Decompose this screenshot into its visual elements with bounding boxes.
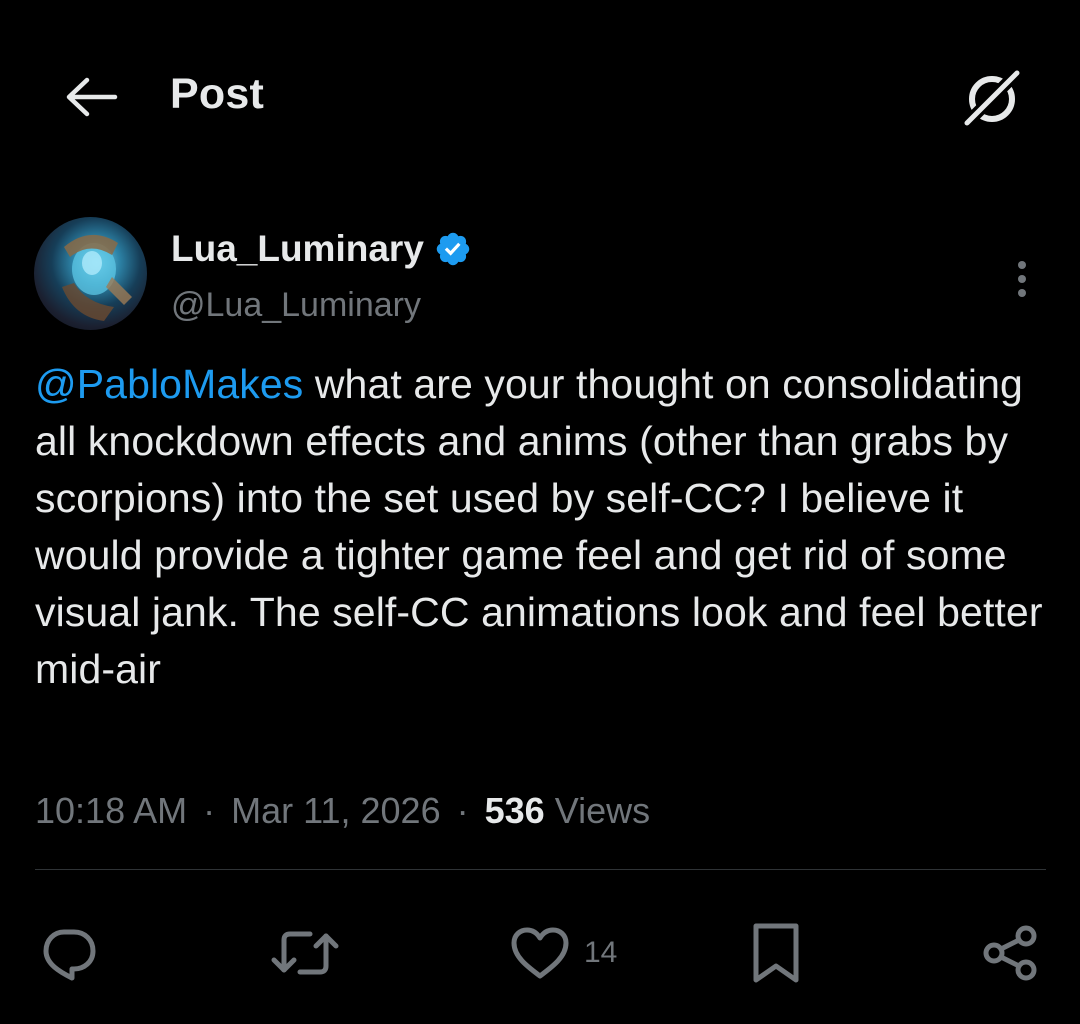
author-display-name: Lua_Luminary [171,228,424,269]
share-icon [983,925,1037,981]
more-options-button[interactable] [1000,249,1044,309]
post-date[interactable]: Mar 11, 2026 [231,790,440,831]
more-vertical-icon [1018,261,1026,297]
repost-icon [271,931,339,975]
post-time[interactable]: 10:18 AM [35,790,187,831]
views-label[interactable]: Views [555,790,650,831]
views-count[interactable]: 536 [485,790,545,831]
grok-icon [959,65,1025,131]
verified-badge-icon [434,230,472,268]
meta-separator: · [203,790,216,831]
post-text-content: what are your thought on consolidating a… [35,361,1043,692]
page-title: Post [170,70,264,118]
share-button[interactable] [980,918,1042,988]
repost-button[interactable] [270,918,340,988]
heart-icon [511,927,569,979]
post-meta: 10:18 AM · Mar 11, 2026 · 536 Views [35,787,650,835]
bookmark-icon [753,923,799,983]
author-handle[interactable]: @Lua_Luminary [171,283,421,327]
action-bar: 14 [0,900,1080,1010]
reply-button[interactable] [38,918,100,988]
divider [35,869,1046,870]
arrow-left-icon [66,77,118,117]
meta-separator: · [456,790,469,831]
post-text: @PabloMakes what are your thought on con… [35,356,1050,698]
mention-link[interactable]: @PabloMakes [35,361,303,407]
avatar[interactable] [34,217,147,330]
grok-button[interactable] [952,58,1032,138]
author-row: Lua_Luminary @Lua_Luminary [34,215,1046,335]
avatar-image [62,234,132,321]
top-bar: Post [0,0,1080,190]
reply-icon [43,929,96,981]
back-button[interactable] [58,64,124,130]
author-name-link[interactable]: Lua_Luminary [171,225,472,273]
like-button[interactable]: 14 [508,918,617,988]
like-count: 14 [584,936,618,969]
bookmark-button[interactable] [748,918,804,988]
